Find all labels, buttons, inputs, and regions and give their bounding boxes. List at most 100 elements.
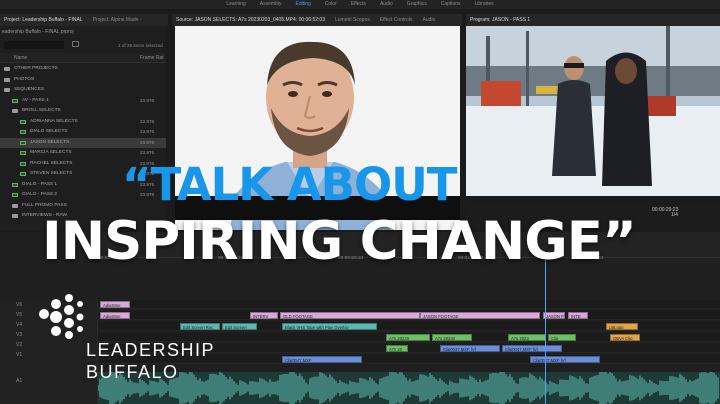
workspace-tab-audio[interactable]: Audio — [380, 0, 393, 9]
overlay-title-line1: “TALK ABOUT — [122, 158, 457, 211]
leadership-buffalo-logo: LEADERSHIP BUFFALO — [30, 290, 230, 390]
new-bin-icon[interactable] — [72, 41, 79, 47]
source-tab-strip: Source: JASON SELECTS: A7s 20230203_0405… — [172, 14, 462, 26]
sequence-icon — [20, 151, 26, 155]
folder-icon — [4, 67, 10, 71]
playhead[interactable] — [545, 258, 546, 404]
project-item-name: ADRIANNA SELECTS — [30, 118, 78, 124]
project-item-name: JASON SELECTS — [30, 139, 70, 145]
tab-project-leadership[interactable]: Project: Leadership Buffalo - FINAL — [4, 17, 83, 23]
timeline-clip[interactable]: Clip — [548, 334, 576, 341]
folder-icon — [4, 77, 10, 82]
workspace-tab-graphics[interactable]: Graphics — [407, 0, 427, 9]
project-item-frame-rate: 23.976 — [140, 129, 155, 134]
timeline-clip[interactable]: JASON PO — [543, 312, 565, 319]
timeline-clip[interactable]: A7s 20230 — [432, 334, 472, 341]
logo-text-buffalo: BUFFALO — [86, 362, 179, 382]
logo-text-leadership: LEADERSHIP — [86, 340, 216, 360]
timeline-clip[interactable]: Black VHS Tape with Play Overlay — [282, 323, 377, 330]
workspace-tab-editing[interactable]: Editing — [295, 0, 310, 9]
project-item-name: FULL PROMO PASS — [22, 202, 67, 208]
column-frame-rate[interactable]: Frame Rat — [140, 55, 164, 61]
timeline-clip[interactable]: GBVA Clip — [610, 334, 640, 341]
project-item-frame-rate: 23.976 — [140, 139, 155, 145]
folder-icon — [12, 203, 18, 208]
project-item-name: SEQUENCES — [14, 87, 45, 92]
folder-icon — [4, 88, 10, 92]
project-item-name: DIALO SELECTS — [30, 129, 68, 134]
sequence-icon — [20, 172, 26, 176]
project-item-name: DIALO - PASS 2 — [22, 192, 58, 197]
playground-scene-image — [466, 26, 720, 196]
project-item[interactable]: JASON SELECTS 23.976 — [0, 137, 166, 148]
sequence-icon — [20, 130, 26, 134]
project-item-name: DIALO - PASS 1 — [22, 181, 58, 187]
project-item-frame-rate: 23.976 — [140, 97, 155, 103]
timeline-clip[interactable]: Clip0047.MXF [V] — [530, 356, 600, 363]
project-item-name: OTHER PROJECTS — [14, 66, 58, 71]
column-name[interactable]: Name — [14, 55, 27, 61]
program-monitor[interactable] — [466, 26, 720, 196]
timeline-clip[interactable]: OLD FOOTAGE — [280, 312, 420, 319]
tab-effect-controls[interactable]: Effect Controls — [380, 17, 413, 23]
track-label-v1[interactable]: V1 — [16, 352, 22, 358]
project-item-name: RACHEL SELECTS — [30, 160, 73, 166]
project-item-frame-rate: 23.976 — [140, 150, 155, 155]
tab-program[interactable]: Program: JASON - PASS 1 — [470, 17, 530, 23]
track-label-v4[interactable]: V4 — [16, 322, 22, 328]
sequence-icon — [12, 98, 18, 103]
folder-icon — [12, 109, 18, 113]
timeline-clip[interactable]: INTERV — [250, 312, 278, 319]
project-search-input[interactable] — [4, 41, 64, 49]
workspace-tab-assembly[interactable]: Assembly — [260, 0, 282, 9]
project-item[interactable]: OTHER PROJECTS — [0, 64, 166, 75]
tab-audio-mixer[interactable]: Audio — [422, 17, 435, 23]
timeline-clip[interactable]: INTE — [568, 312, 588, 319]
project-item-frame-rate: 23.976 — [140, 118, 155, 124]
sequence-icon — [12, 182, 18, 187]
project-item-name: MARCIA SELECTS — [30, 150, 72, 155]
project-item[interactable]: DIALO SELECTS 23.976 — [0, 127, 166, 138]
workspace-tab-color[interactable]: Color — [325, 0, 337, 9]
project-tab-strip: Project: Leadership Buffalo - FINAL Proj… — [0, 14, 168, 26]
project-column-header: Name Frame Rat — [0, 53, 166, 63]
program-fit-select[interactable]: 1/4 — [671, 212, 678, 218]
track-label-v5[interactable]: V5 — [16, 312, 22, 318]
timeline-clip[interactable]: Clip0047.MXF [V] — [502, 345, 562, 352]
workspace-tab-libraries[interactable]: Libraries — [474, 0, 493, 9]
timeline-clip[interactable]: JASON FOOTAGE — [420, 312, 540, 319]
project-item[interactable]: PHOTOS — [0, 75, 166, 86]
dot-cluster-icon — [39, 294, 84, 339]
project-item-name: STEVEN SELECTS — [30, 171, 73, 176]
sequence-icon — [12, 193, 18, 197]
track-label-v6[interactable]: V6 — [16, 302, 22, 308]
project-item[interactable]: SEQUENCES — [0, 85, 166, 96]
project-item-name: BROLL SELECTS — [22, 108, 61, 113]
program-tab-strip: Program: JASON - PASS 1 — [466, 14, 720, 26]
project-item[interactable]: ADRIANNA SELECTS 23.976 — [0, 117, 166, 128]
workspace-tab-effects[interactable]: Effects — [351, 0, 366, 9]
workspace-tab-learning[interactable]: Learning — [226, 0, 245, 9]
project-item[interactable]: AV - PASS 1 23.976 — [0, 96, 166, 107]
project-item[interactable]: BROLL SELECTS — [0, 106, 166, 117]
tab-source[interactable]: Source: JASON SELECTS: A7s 20230203_0405… — [176, 17, 325, 23]
timeline-clip[interactable]: A7s 2023 — [508, 334, 546, 341]
project-file-name: eadership Buffalo - FINAL.prproj — [2, 29, 74, 35]
project-item[interactable]: MARCIA SELECTS 23.976 — [0, 148, 166, 159]
workspace-bar: Learning Assembly Editing Color Effects … — [0, 0, 720, 9]
project-item-name: AV - PASS 1 — [22, 97, 49, 103]
track-label-v2[interactable]: V2 — [16, 342, 22, 348]
timeline-clip[interactable]: Clip0047.MXF — [282, 356, 362, 363]
timeline-clip[interactable]: LBLogo — [606, 323, 638, 330]
track-label-v3[interactable]: V3 — [16, 332, 22, 338]
timeline-clip[interactable]: A7s 20 — [386, 345, 408, 352]
timeline-clip[interactable]: A7s 20230 — [386, 334, 430, 341]
track-label-a1[interactable]: A1 — [16, 378, 22, 384]
workspace-tab-captions[interactable]: Captions — [441, 0, 461, 9]
folder-icon — [12, 214, 18, 218]
selection-count: 1 of 29 items selected — [118, 43, 163, 48]
sequence-icon — [20, 161, 26, 166]
tab-project-alpine[interactable]: Project: Alpine Made - — [93, 17, 142, 23]
timeline-clip[interactable]: Clip0047.MXF [V] — [440, 345, 500, 352]
tab-lumetri-scopes[interactable]: Lumetri Scopes — [335, 17, 370, 23]
